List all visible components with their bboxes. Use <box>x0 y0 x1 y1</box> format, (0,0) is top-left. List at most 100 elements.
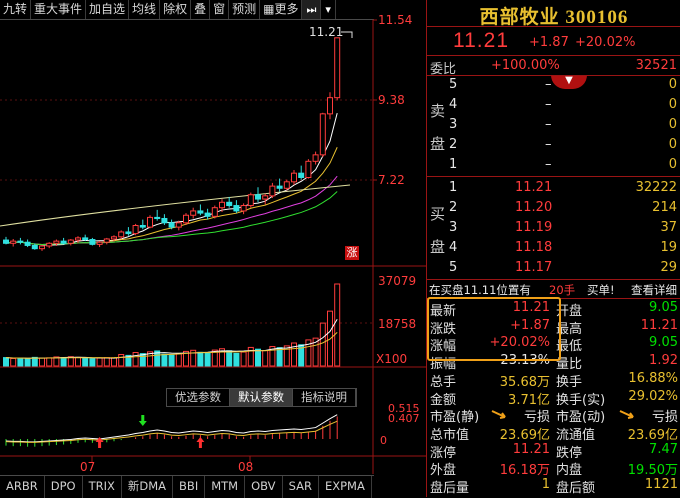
sell-volume: 0 <box>668 77 677 92</box>
candle-body <box>118 231 125 238</box>
sell-price: – <box>545 77 552 92</box>
stat-row: 总市值 23.69亿 流通值 23.69亿 <box>427 424 680 443</box>
stat-label: 金额 <box>430 392 457 408</box>
sell-level: 5 <box>449 77 458 92</box>
x-label-08: 08 <box>238 460 253 474</box>
candle-body <box>89 239 96 245</box>
tab-default-params[interactable]: 默认参数 <box>230 389 293 406</box>
weibi-pct: +100.00% <box>491 58 560 73</box>
volume-bar <box>262 350 269 367</box>
stat-label: 盘后量 <box>430 481 470 496</box>
loss-arrow-icon <box>491 410 509 420</box>
weibi-diff: 32521 <box>635 58 677 73</box>
price-change: +1.87 <box>529 35 569 50</box>
tab-arbr[interactable]: ARBR <box>0 476 45 498</box>
tab-sar[interactable]: SAR <box>283 476 319 498</box>
detail-link[interactable]: 查看详细 <box>631 282 677 298</box>
buy-level-row: 5 11.17 29 <box>427 259 680 278</box>
volume-bars <box>3 283 341 367</box>
stat-value-2: 9.05 <box>649 300 678 315</box>
sell-level: 4 <box>449 97 458 112</box>
bid-info-text: 在买盘11.11位置有 <box>429 283 531 297</box>
stat-row: 总手 35.68万 换手 16.88% <box>427 371 680 390</box>
stat-value-2: 11.21 <box>640 317 678 333</box>
candle-body <box>283 181 290 189</box>
candle-body <box>139 224 146 228</box>
volume-bar <box>39 357 45 367</box>
stat-value-2: 亏损 <box>651 410 678 426</box>
candle-body <box>183 214 189 224</box>
tab-optimal-params[interactable]: 优选参数 <box>167 389 230 406</box>
candle-body <box>190 210 197 216</box>
volume-bar <box>161 353 168 367</box>
quote-panel: 西部牧业 300106 11.21 +1.87 +20.02% 委比 +100.… <box>426 0 680 497</box>
candle-body <box>60 240 67 244</box>
volume-bar <box>334 283 341 367</box>
ma-line-10 <box>5 147 338 245</box>
tab-obv[interactable]: OBV <box>245 476 283 498</box>
sell-price: – <box>545 137 552 152</box>
buy-level-row: 2 11.20 214 <box>427 199 680 218</box>
stat-row: 外盘 16.18万 内盘 19.50万 <box>427 459 680 478</box>
buy-price: 11.18 <box>515 240 553 255</box>
volume-bar <box>111 357 117 367</box>
volume-bar <box>168 354 175 367</box>
buy-volume: 32222 <box>635 180 677 195</box>
candle-body <box>46 242 53 247</box>
stat-row: 市盈(静) 亏损 市盈(动) 亏损 <box>427 406 680 425</box>
buy-price: 11.19 <box>515 220 553 235</box>
volume-bar <box>139 353 146 367</box>
candle-body <box>175 222 182 228</box>
candle-body <box>132 224 139 235</box>
candle-body <box>305 160 312 178</box>
tab-new-dma[interactable]: 新DMA <box>122 476 174 498</box>
tab-expma[interactable]: EXPMA <box>319 476 372 498</box>
stat-value-2: 19.50万 <box>627 463 678 479</box>
buy-signal-arrow-icon <box>196 437 205 448</box>
buy-level: 2 <box>449 200 458 215</box>
stat-label-2: 市盈(动) <box>556 410 606 426</box>
stat-value: 11.21 <box>512 441 550 457</box>
sell-level-row: 2 – 0 <box>427 136 680 155</box>
stat-value: 亏损 <box>523 410 550 426</box>
sell-volume: 0 <box>668 117 677 132</box>
buy-price: 11.17 <box>515 260 553 275</box>
volume-bar <box>3 357 9 367</box>
stat-value-2: 23.69亿 <box>627 427 678 443</box>
volume-bar <box>204 352 211 367</box>
tab-dpo[interactable]: DPO <box>45 476 83 498</box>
candle-body <box>240 205 247 212</box>
param-tabs: 优选参数 默认参数 指标说明 <box>166 388 357 407</box>
stat-value-2: 29.02% <box>628 388 678 404</box>
stat-label: 外盘 <box>430 463 457 479</box>
stat-label: 总市值 <box>430 427 470 443</box>
stock-name-code: 西部牧业 300106 <box>479 7 629 28</box>
stat-row: 盘后量 1 盘后额 1121 <box>427 477 680 496</box>
volume-bar <box>255 348 261 367</box>
stat-label: 市盈(静) <box>430 410 480 426</box>
buy-volume: 29 <box>660 260 677 275</box>
sell-level-row: 4 – 0 <box>427 96 680 115</box>
buy-level-row: 3 11.19 37 <box>427 219 680 238</box>
tab-bbi[interactable]: BBI <box>173 476 206 498</box>
volume-bar <box>103 357 110 367</box>
volume-bar <box>24 358 31 367</box>
candle-body <box>10 240 17 244</box>
stat-label-2: 换手(实) <box>556 392 606 408</box>
macd-label-b: 0.407 <box>388 412 420 425</box>
stat-label: 涨停 <box>430 445 457 461</box>
buy-price: 11.21 <box>515 180 553 195</box>
candle-body <box>312 154 319 162</box>
sell-volume: 0 <box>668 97 677 112</box>
sell-level-row: 3 – 0 <box>427 116 680 135</box>
stat-value: 1 <box>541 477 550 492</box>
candle-body <box>3 239 9 244</box>
tab-mtm[interactable]: MTM <box>205 476 246 498</box>
sell-level: 2 <box>449 137 458 152</box>
volume-bar <box>82 357 89 367</box>
tab-indicator-help[interactable]: 指标说明 <box>293 389 356 406</box>
candle-body <box>211 207 218 217</box>
candle-body <box>247 194 254 207</box>
candle-body <box>226 201 233 207</box>
tab-trix[interactable]: TRIX <box>83 476 122 498</box>
